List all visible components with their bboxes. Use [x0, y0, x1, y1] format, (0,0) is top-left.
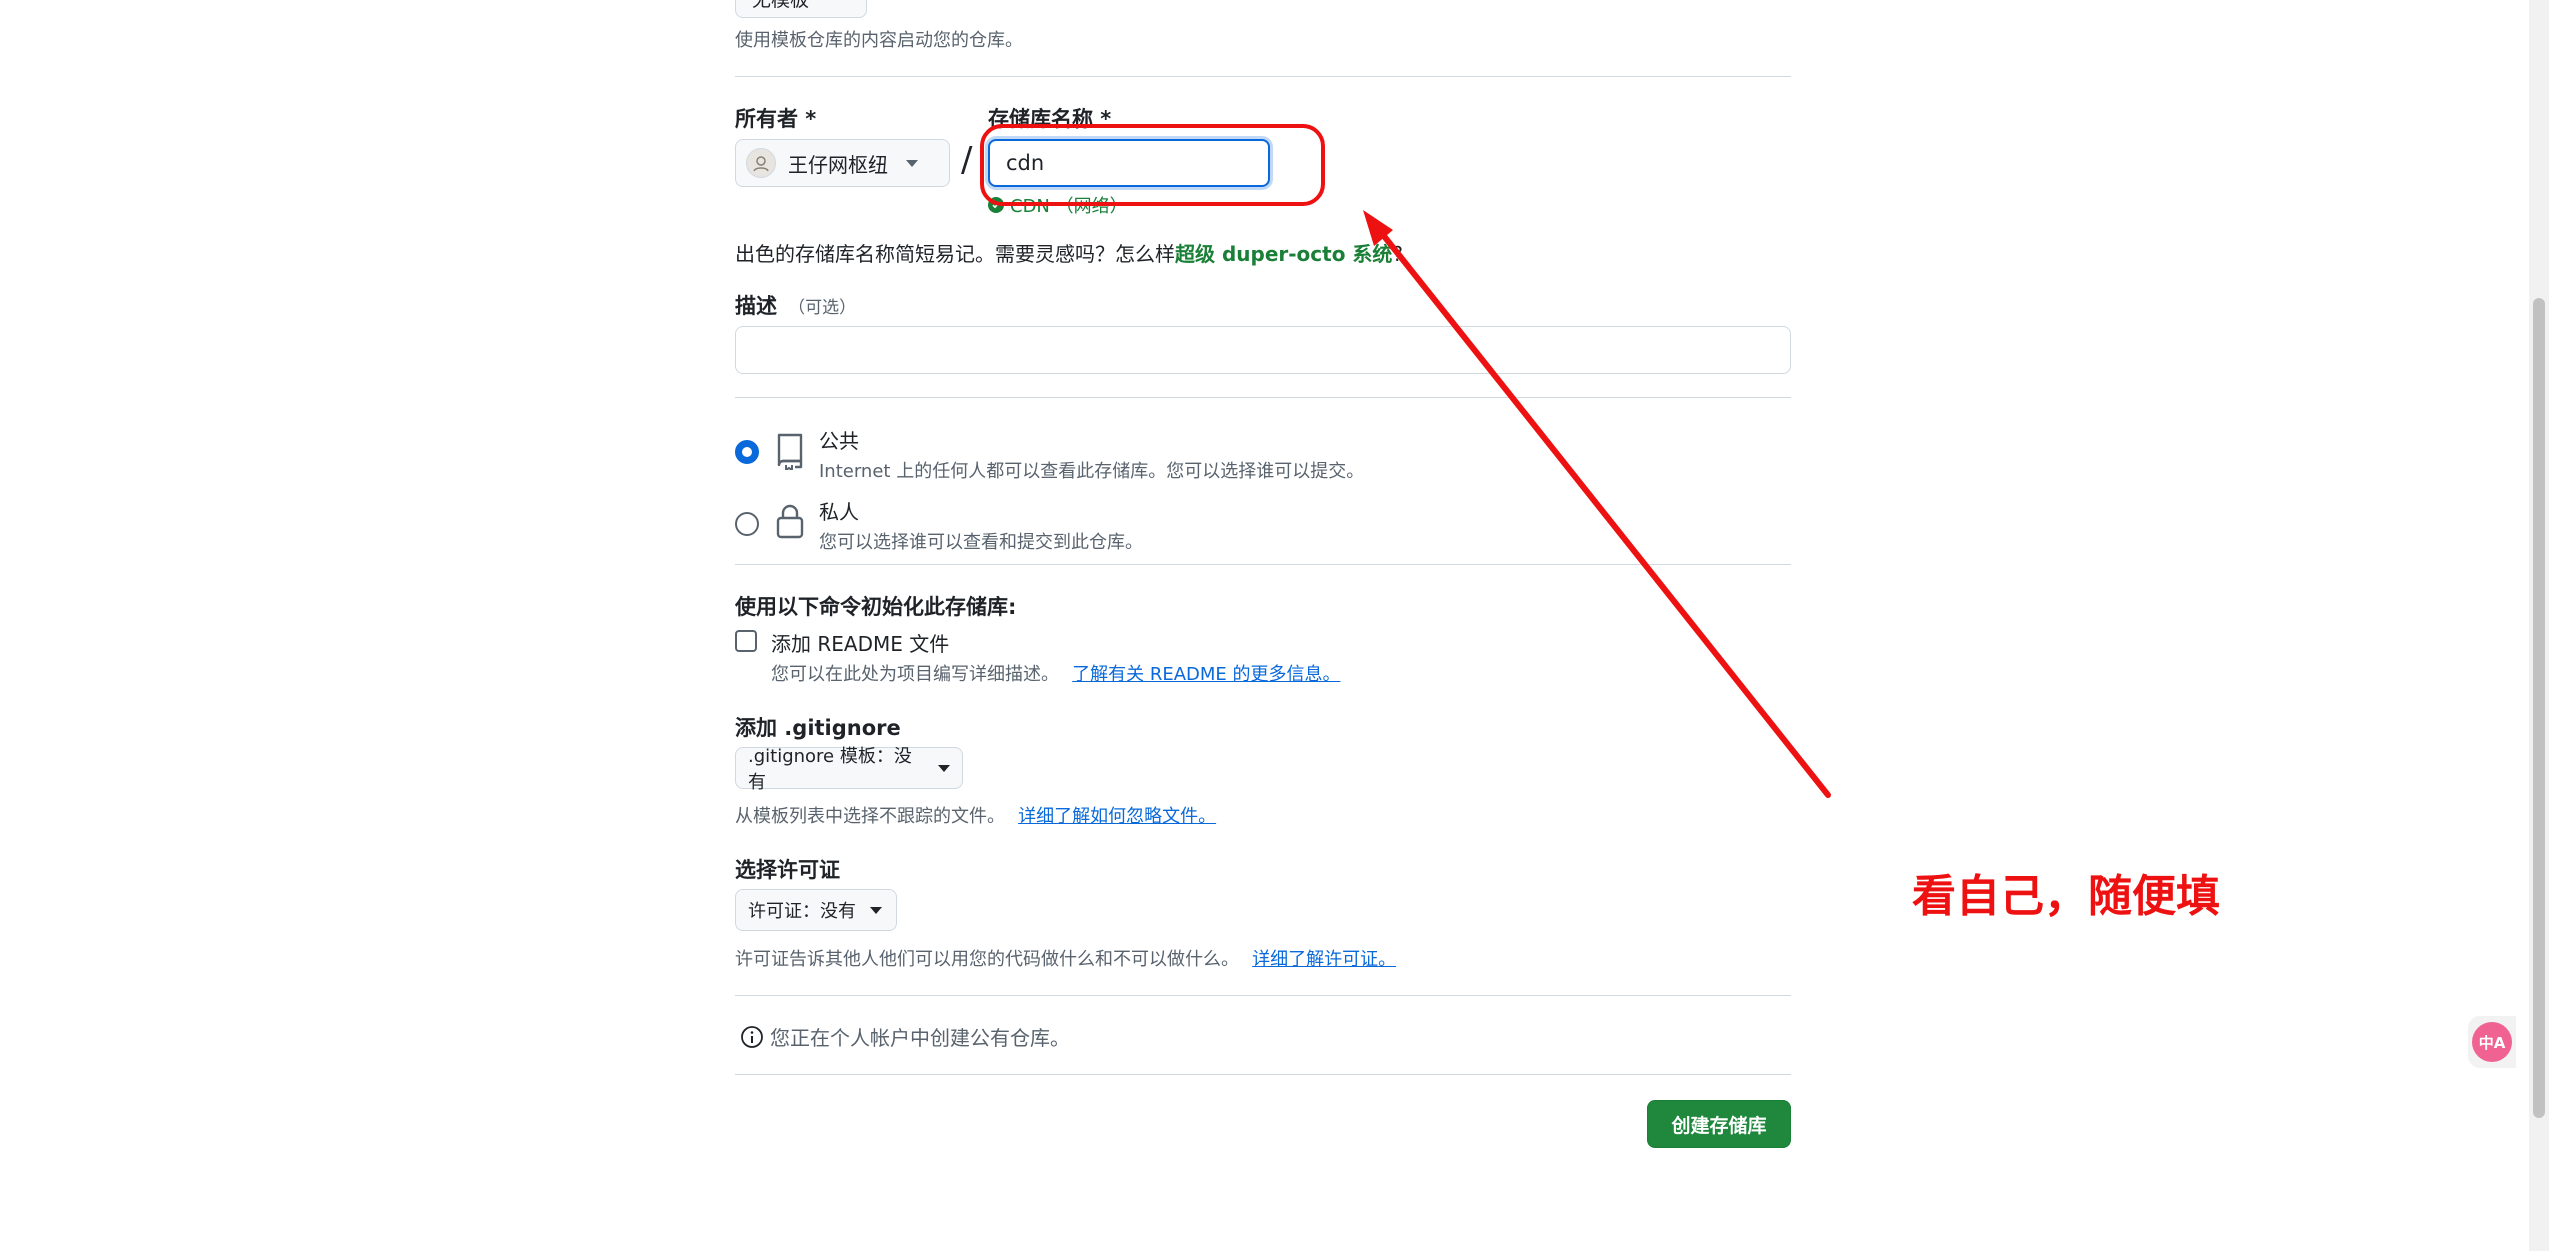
translate-widget[interactable]: 中A — [2468, 1016, 2516, 1068]
annotation-arrow — [1363, 210, 1831, 798]
scrollbar-thumb[interactable] — [2533, 298, 2545, 1118]
annotation-text: 看自己，随便填 — [1912, 871, 2220, 922]
translate-widget-label: 中A — [2478, 1033, 2506, 1052]
translate-icon: 中A — [2472, 1022, 2512, 1062]
page-scrollbar[interactable] — [2529, 0, 2549, 1251]
